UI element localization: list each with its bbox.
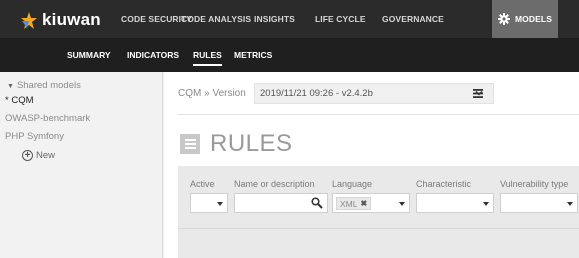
add-circle-icon: + (22, 150, 33, 161)
kiuwan-logo-icon (21, 11, 37, 29)
filter-label-characteristic: Characteristic (416, 179, 472, 189)
nav-models[interactable]: MODELS (492, 0, 558, 38)
new-model-label: New (36, 150, 56, 161)
language-tag-label: XML (340, 198, 358, 209)
version-menu-button[interactable] (468, 83, 487, 104)
filter-label-language: Language (332, 179, 373, 189)
new-model-button[interactable]: + New (22, 150, 55, 161)
caret-down-icon (399, 202, 405, 206)
page-title: RULES (210, 130, 293, 157)
models-sidebar: ▼ Shared models * CQM OWASP-benchmark PHP… (0, 72, 163, 258)
nav-models-label: MODELS (515, 14, 552, 24)
breadcrumb: CQM » Version (178, 88, 246, 99)
nav-insights[interactable]: INSIGHTS (254, 0, 295, 38)
main-content: CQM » Version 2019/11/21 09:26 - v2.4.2b… (164, 72, 579, 258)
page-header: RULES (180, 130, 293, 158)
caret-down-icon: ▼ (7, 83, 14, 90)
language-tag: XML ✖ (336, 197, 372, 210)
hamburger-icon (472, 89, 483, 98)
filter-label-vulnerability-type: Vulnerability type (500, 179, 569, 189)
sub-nav-bar: SUMMARY INDICATORS RULES METRICS (0, 38, 579, 72)
nav-code-analysis[interactable]: CODE ANALYSIS (181, 0, 251, 38)
language-filter-select[interactable]: XML ✖ (332, 193, 410, 213)
nav-life-cycle[interactable]: LIFE CYCLE (315, 0, 366, 38)
shared-models-group[interactable]: ▼ Shared models (7, 80, 81, 91)
name-search-input[interactable] (234, 193, 328, 213)
list-icon (180, 134, 200, 154)
caret-down-icon (483, 202, 489, 206)
top-nav-bar: kiuwan CODE SECURITY CODE ANALYSIS INSIG… (0, 0, 579, 38)
tab-indicators[interactable]: INDICATORS (127, 38, 179, 72)
characteristic-filter-select[interactable] (416, 193, 494, 213)
tab-metrics[interactable]: METRICS (234, 38, 272, 72)
sidebar-item-owasp-benchmark[interactable]: OWASP-benchmark (5, 113, 90, 124)
remove-tag-icon[interactable]: ✖ (360, 199, 367, 208)
gear-icon (498, 13, 510, 25)
filter-panel: Active Name or description Language Char… (178, 166, 579, 258)
tab-rules[interactable]: RULES (193, 38, 222, 72)
sidebar-item-php-symfony[interactable]: PHP Symfony (5, 131, 64, 142)
brand-name: kiuwan (42, 10, 101, 29)
caret-down-icon (567, 202, 573, 206)
kiuwan-logo[interactable]: kiuwan (20, 10, 101, 30)
caret-down-icon (217, 202, 223, 206)
version-select[interactable]: 2019/11/21 09:26 - v2.4.2b (254, 83, 494, 104)
filter-panel-divider (178, 228, 579, 229)
header-divider (178, 114, 579, 115)
version-value: 2019/11/21 09:26 - v2.4.2b (260, 88, 373, 99)
tab-summary[interactable]: SUMMARY (67, 38, 111, 72)
search-icon (311, 197, 323, 209)
vulnerability-type-filter-select[interactable] (500, 193, 578, 213)
nav-governance[interactable]: GOVERNANCE (382, 0, 444, 38)
filter-label-name: Name or description (234, 179, 315, 189)
filter-label-active: Active (190, 179, 215, 189)
active-filter-select[interactable] (190, 193, 228, 213)
shared-models-label: Shared models (16, 80, 81, 91)
sidebar-item-cqm[interactable]: * CQM (5, 95, 34, 106)
